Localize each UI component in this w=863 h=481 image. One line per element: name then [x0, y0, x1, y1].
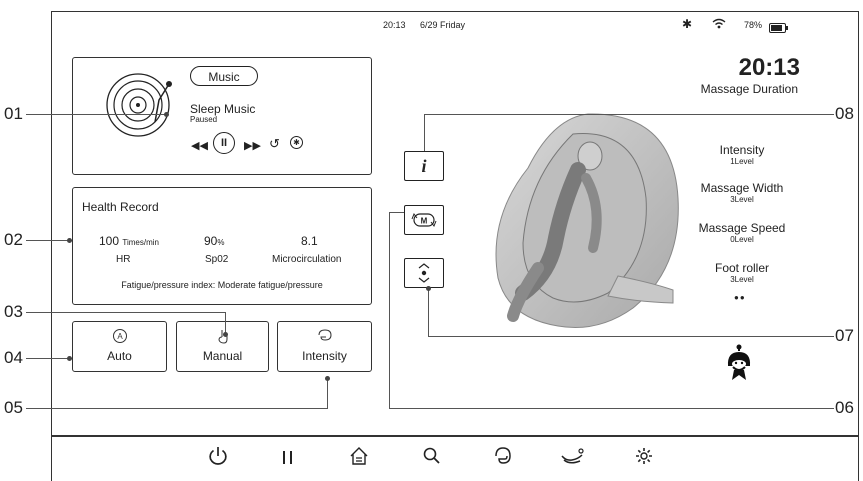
info-button[interactable]: i [404, 151, 444, 181]
info-icon: i [421, 155, 427, 176]
m-cycle-icon: M [411, 212, 437, 228]
setting-massage-width: Massage Width 3Level [682, 181, 802, 204]
intensity-mode-button[interactable]: Intensity [277, 321, 372, 372]
callout-06-hline [389, 212, 404, 213]
bluetooth-music-icon[interactable]: ✱ [290, 136, 303, 149]
bluetooth-icon: ✱ [682, 17, 693, 31]
hr-value: 100 Times/min [99, 234, 159, 248]
callout-05-line [26, 408, 327, 409]
callout-03: 03 [4, 302, 23, 321]
callout-04-line [26, 358, 72, 359]
svg-text:A: A [117, 332, 123, 341]
setting-value: 0Level [730, 235, 754, 244]
auto-mode-button[interactable]: A Auto [72, 321, 167, 372]
power-icon[interactable] [205, 443, 231, 469]
massage-chair-image [468, 108, 688, 343]
track-status: Paused [190, 115, 218, 124]
settings-gear-icon[interactable] [631, 443, 657, 469]
callout-05: 05 [4, 398, 23, 417]
play-pause-button[interactable]: II [213, 132, 235, 154]
intensity-label: Intensity [302, 349, 347, 363]
callout-06-vline [389, 212, 390, 409]
fatigue-index: Fatigue/pressure index: Moderate fatigue… [121, 280, 323, 290]
page-dots[interactable]: ●● [734, 293, 746, 302]
callout-07: 07 [835, 326, 854, 345]
micro-label: Microcirculation [272, 254, 342, 265]
spo2-value: 90% [204, 234, 224, 248]
manual-hand-icon [216, 328, 230, 349]
hr-number: 100 [99, 234, 120, 248]
callout-01-dot [164, 112, 169, 117]
home-icon[interactable] [346, 443, 372, 469]
setting-intensity: Intensity 1Level [682, 143, 802, 166]
callout-04: 04 [4, 348, 23, 367]
pause-icon[interactable] [275, 443, 301, 469]
manual-label: Manual [202, 349, 243, 363]
intensity-hand-icon [317, 328, 333, 347]
callout-05-dot [325, 376, 330, 381]
hr-label: HR [116, 254, 131, 265]
manual-program-button[interactable]: M [404, 205, 444, 235]
svg-text:M: M [421, 217, 428, 226]
setting-title: Foot roller [714, 261, 770, 275]
callout-02-line [26, 240, 72, 241]
track-title: Sleep Music [190, 102, 256, 116]
setting-value: 1Level [730, 157, 754, 166]
callout-06-line [389, 408, 834, 409]
setting-title: Massage Speed [698, 221, 786, 235]
health-record-panel: Health Record 100 Times/min HR 90% Sp02 … [72, 187, 372, 305]
mascot-icon[interactable] [726, 344, 752, 387]
callout-07-vline [428, 288, 429, 336]
previous-icon[interactable]: ◀◀ [191, 139, 208, 152]
callout-01: 01 [4, 104, 23, 123]
next-icon[interactable]: ▶▶ [244, 139, 261, 152]
status-date: 6/29 Friday [420, 20, 466, 30]
duration-time: 20:13 [738, 54, 800, 81]
setting-massage-speed: Massage Speed 0Level [682, 221, 802, 244]
roller-position-icon [418, 263, 430, 283]
search-icon[interactable] [419, 443, 445, 469]
auto-icon: A [112, 328, 128, 349]
roller-position-button[interactable] [404, 258, 444, 288]
battery-level: 78% [744, 20, 763, 30]
callout-03-line [26, 312, 225, 313]
callout-02: 02 [4, 230, 23, 249]
micro-value: 8.1 [301, 234, 318, 248]
spo2-number: 90 [204, 234, 218, 248]
massage-hand-icon[interactable] [490, 443, 516, 469]
music-disc-icon [103, 70, 173, 145]
callout-02-dot [67, 238, 72, 243]
battery-icon [769, 20, 789, 38]
manual-mode-button[interactable]: Manual [176, 321, 269, 372]
repeat-icon[interactable]: ↺ [269, 136, 280, 152]
callout-01-line [26, 114, 167, 115]
wifi-icon [712, 17, 726, 35]
recline-icon[interactable] [560, 443, 586, 469]
status-time: 20:13 [383, 20, 406, 30]
duration-label: Massage Duration [700, 82, 798, 96]
setting-title: Intensity [719, 143, 765, 157]
setting-title: Massage Width [700, 181, 784, 195]
callout-03-vline [225, 312, 226, 334]
nav-divider [51, 435, 859, 437]
callout-03-dot [223, 332, 228, 337]
callout-08-vline [424, 114, 425, 151]
setting-value: 3Level [730, 195, 754, 204]
spo2-unit: % [217, 238, 225, 247]
setting-foot-roller: Foot roller 3Level [682, 261, 802, 284]
music-panel: Music Sleep Music Paused ◀◀ II ▶▶ ↺ ✱ [72, 57, 372, 175]
health-title: Health Record [82, 200, 159, 214]
callout-07-line [428, 336, 834, 337]
callout-08-line [424, 114, 834, 115]
setting-value: 3Level [730, 275, 754, 284]
callout-06: 06 [835, 398, 854, 417]
callout-05-vline [327, 378, 328, 409]
auto-label: Auto [107, 349, 132, 363]
music-button[interactable]: Music [190, 66, 258, 86]
spo2-label: Sp02 [205, 254, 229, 265]
hr-unit: Times/min [122, 238, 159, 247]
callout-07-dot [426, 286, 431, 291]
callout-04-dot [67, 356, 72, 361]
callout-08: 08 [835, 104, 854, 123]
